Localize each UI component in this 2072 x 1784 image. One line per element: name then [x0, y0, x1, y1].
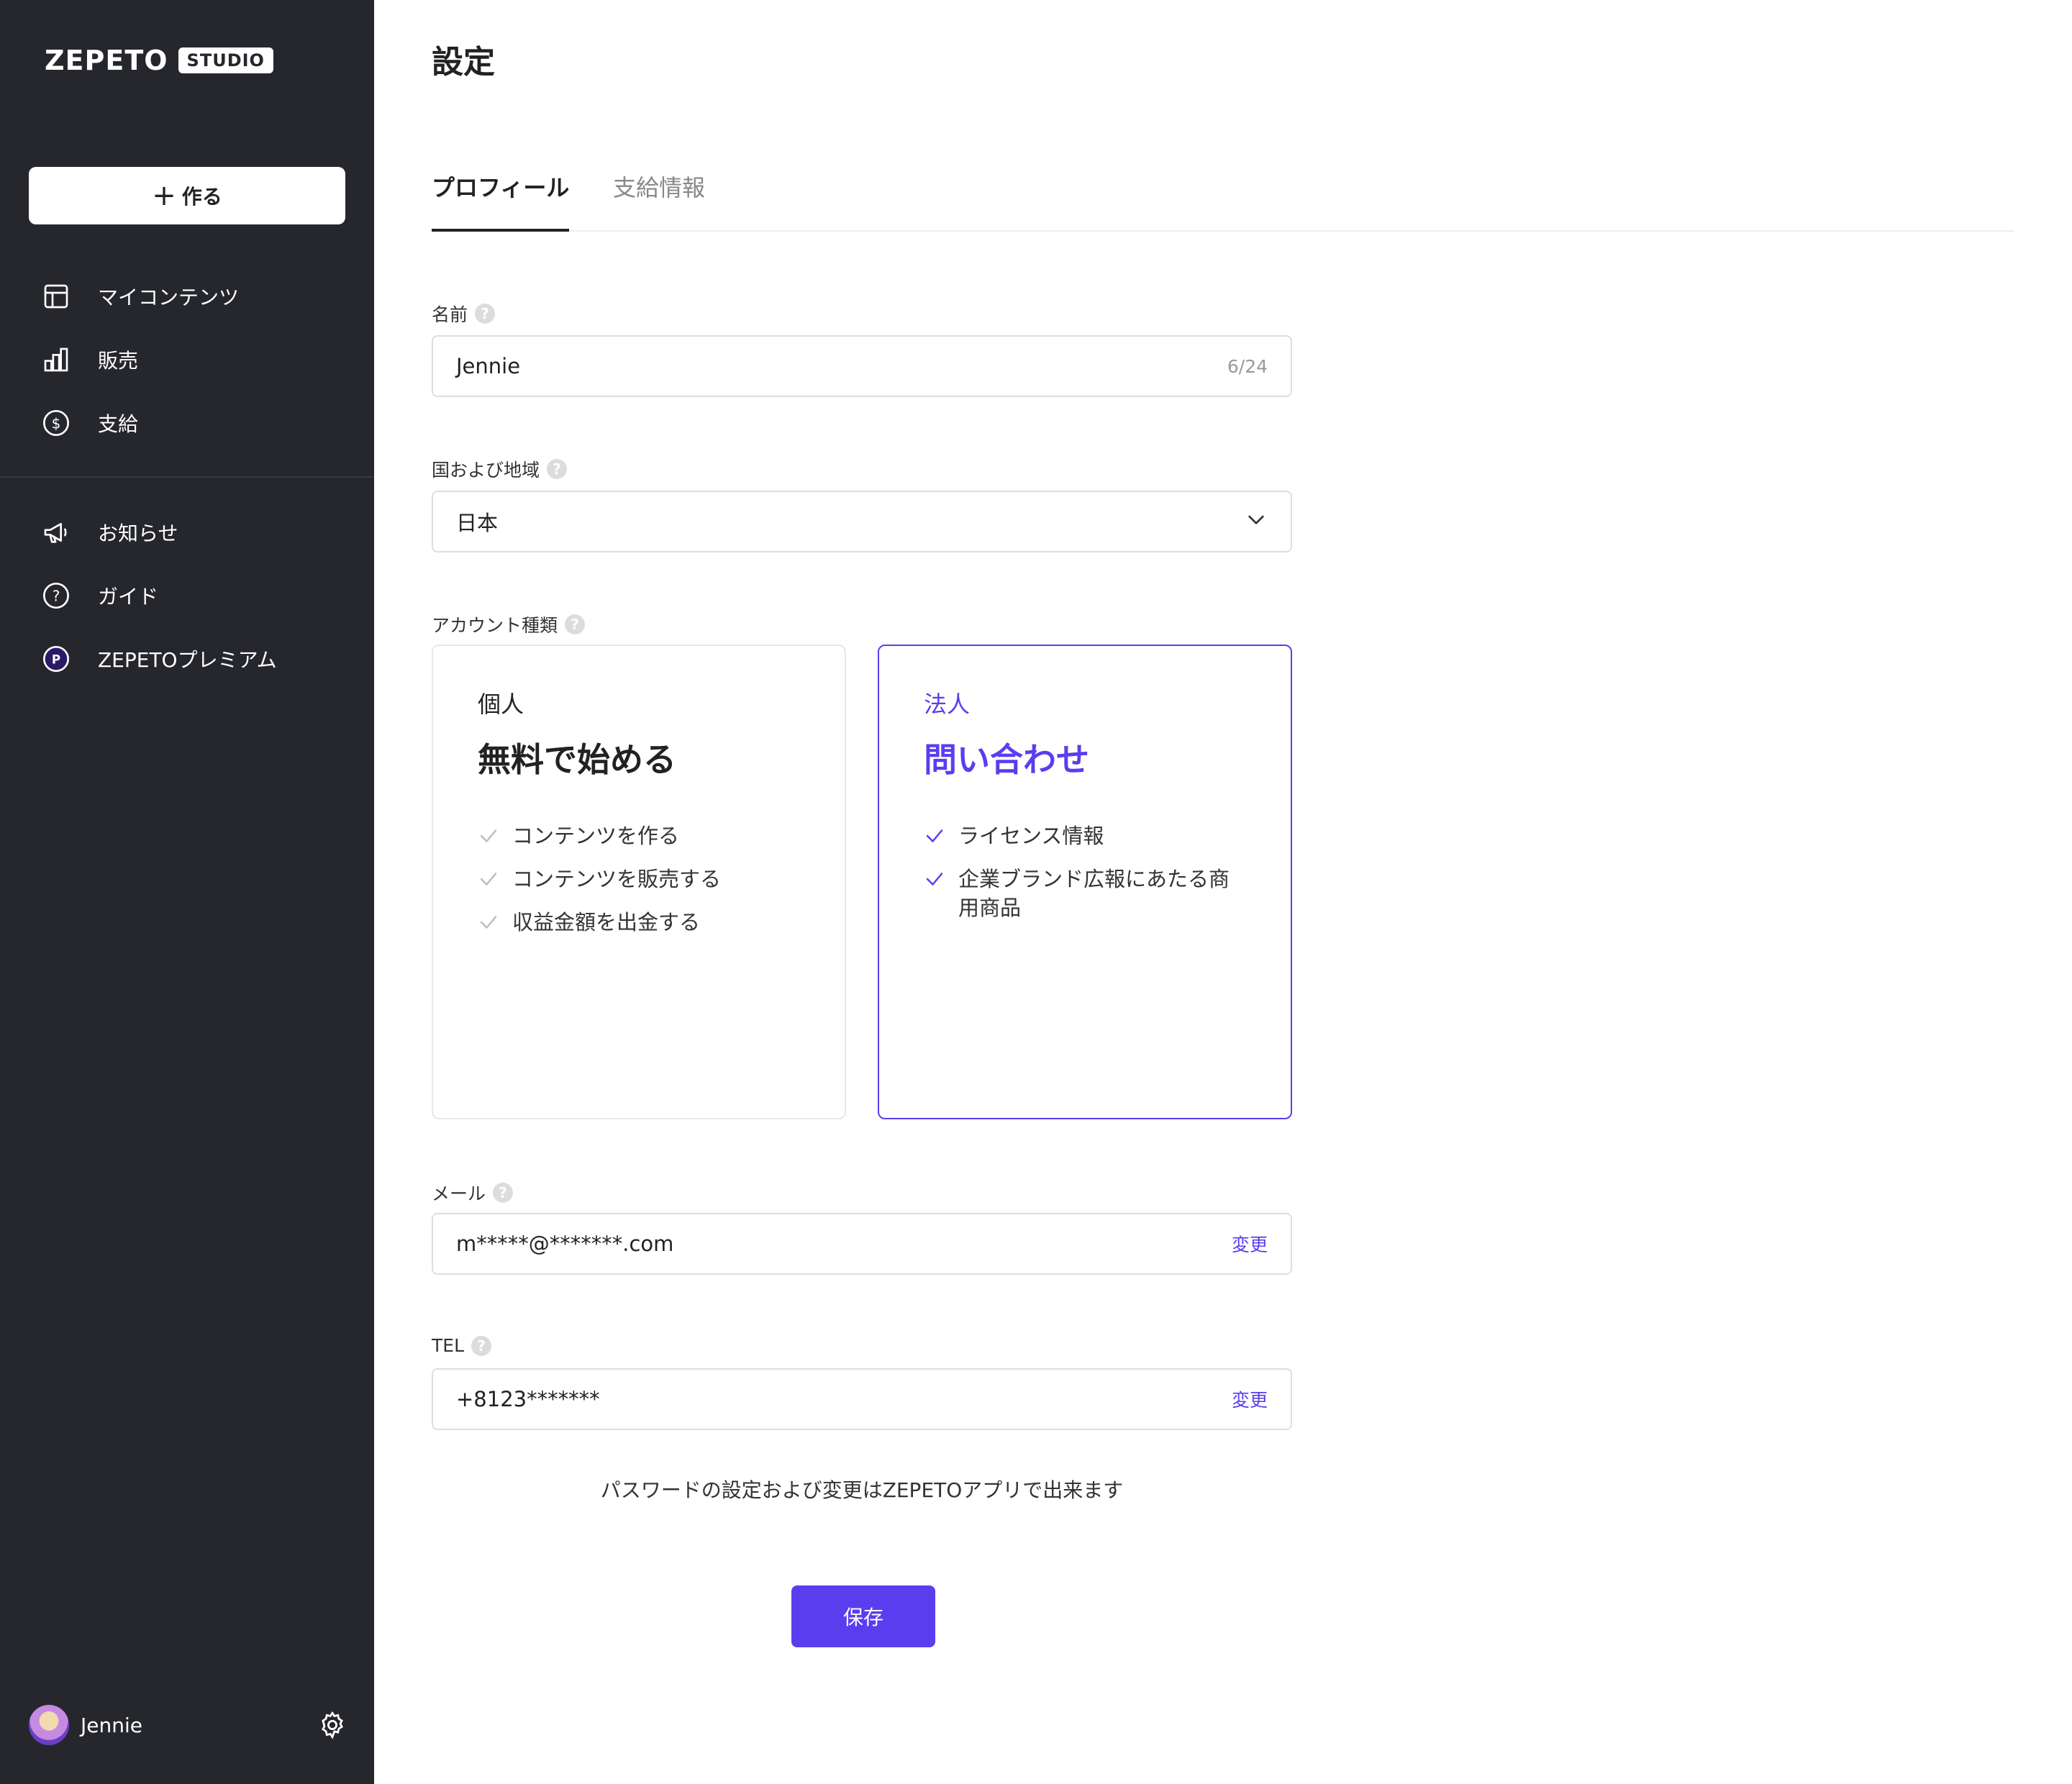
email-change-link[interactable]: 変更 [1232, 1231, 1268, 1257]
premium-icon: P [40, 643, 72, 675]
check-icon [924, 822, 947, 850]
avatar[interactable] [29, 1705, 69, 1745]
settings-tabs: プロフィール 支給情報 [432, 170, 2014, 232]
check-icon [478, 822, 501, 850]
sidebar-item-label: 販売 [98, 349, 139, 373]
check-icon [478, 908, 501, 937]
sidebar-item-label: お知らせ [98, 522, 178, 545]
feature-text: コンテンツを作る [512, 824, 680, 848]
account-type-label: アカウント種類 ? [432, 611, 586, 637]
sidebar-item-guide[interactable]: ? ガイド [0, 564, 374, 627]
logo-word: ZEPETO [45, 45, 168, 76]
megaphone-icon [40, 516, 72, 548]
tel-change-link[interactable]: 変更 [1232, 1386, 1268, 1412]
check-icon [478, 865, 501, 893]
help-icon[interactable]: ? [493, 1183, 514, 1203]
list-item: 収益金額を出金する [478, 908, 800, 937]
list-item: コンテンツを作る [478, 822, 800, 850]
country-field-label: 国および地域 ? [432, 456, 568, 482]
card-headline: 無料で始める [478, 740, 676, 779]
name-char-counter: 6/24 [1227, 355, 1268, 377]
list-item: 企業ブランド広報にあたる商用商品 [924, 865, 1246, 922]
svg-text:$: $ [52, 415, 61, 432]
feature-text: 企業ブランド広報にあたる商用商品 [958, 867, 1230, 920]
card-type: 法人 [924, 691, 971, 718]
name-field[interactable]: Jennie 6/24 [432, 335, 1292, 397]
sidebar: ZEPETO STUDIO + 作る マイコンテンツ 販売 $ 支給 お知らせ … [0, 0, 374, 1784]
email-field-label: メール ? [432, 1180, 514, 1206]
help-icon[interactable]: ? [475, 304, 496, 324]
sidebar-divider [0, 476, 374, 478]
account-card-corporate[interactable]: 法人 問い合わせ ライセンス情報 企業ブランド広報にあたる商用商品 [878, 645, 1292, 1119]
email-label-text: メール [432, 1183, 486, 1204]
help-icon[interactable]: ? [547, 459, 568, 479]
create-button-label: 作る [181, 185, 222, 209]
card-type: 個人 [478, 691, 524, 718]
sidebar-item-label: ガイド [98, 585, 159, 609]
create-button[interactable]: + 作る [29, 167, 345, 224]
card-headline: 問い合わせ [924, 740, 1089, 779]
list-item: ライセンス情報 [924, 822, 1246, 850]
feature-text: コンテンツを販売する [512, 867, 722, 891]
save-button[interactable]: 保存 [791, 1585, 935, 1647]
sidebar-item-premium[interactable]: P ZEPETOプレミアム [0, 627, 374, 691]
account-card-individual[interactable]: 個人 無料で始める コンテンツを作る コンテンツを販売する 収益金額を出金する [432, 645, 846, 1119]
feature-list: ライセンス情報 企業ブランド広報にあたる商用商品 [924, 822, 1246, 922]
sidebar-item-notices[interactable]: お知らせ [0, 501, 374, 564]
help-icon[interactable]: ? [565, 614, 586, 634]
email-value: m*****@*******.com [456, 1232, 674, 1256]
sidebar-item-label: 支給 [98, 412, 139, 436]
gear-icon[interactable] [317, 1709, 348, 1741]
name-field-label: 名前 ? [432, 301, 496, 327]
name-label-text: 名前 [432, 304, 468, 325]
plus-icon: + [152, 179, 176, 212]
tab-profile[interactable]: プロフィール [432, 170, 570, 232]
country-value: 日本 [456, 511, 499, 535]
tel-value: +8123******* [456, 1387, 600, 1411]
page-title: 設定 [432, 44, 495, 81]
sidebar-item-my-contents[interactable]: マイコンテンツ [0, 265, 374, 328]
user-name: Jennie [81, 1713, 142, 1737]
feature-list: コンテンツを作る コンテンツを販売する 収益金額を出金する [478, 822, 800, 937]
feature-text: ライセンス情報 [958, 824, 1104, 848]
password-note: パスワードの設定および変更はZEPETOアプリで出来ます [600, 1478, 1124, 1502]
account-type-label-text: アカウント種類 [432, 615, 558, 636]
layout-icon [40, 281, 72, 312]
svg-text:P: P [52, 653, 60, 667]
secondary-nav: お知らせ ? ガイド P ZEPETOプレミアム [0, 501, 374, 691]
user-profile: Jennie [29, 1705, 348, 1745]
logo-badge: STUDIO [178, 47, 273, 73]
sidebar-item-label: ZEPETOプレミアム [98, 648, 277, 672]
feature-text: 収益金額を出金する [512, 910, 701, 934]
svg-text:?: ? [53, 588, 60, 605]
tel-label-text: TEL [432, 1335, 464, 1356]
sidebar-item-label: マイコンテンツ [98, 286, 240, 309]
tab-payout-info[interactable]: 支給情報 [613, 170, 705, 230]
primary-nav: マイコンテンツ 販売 $ 支給 [0, 265, 374, 455]
email-field: m*****@*******.com 変更 [432, 1213, 1292, 1275]
question-circle-icon: ? [40, 580, 72, 611]
zepeto-studio-logo[interactable]: ZEPETO STUDIO [45, 45, 273, 76]
sidebar-item-payout[interactable]: $ 支給 [0, 391, 374, 455]
help-icon[interactable]: ? [471, 1335, 491, 1356]
list-item: コンテンツを販売する [478, 865, 800, 893]
sidebar-item-sales[interactable]: 販売 [0, 328, 374, 391]
country-label-text: 国および地域 [432, 460, 540, 481]
tel-field-label: TEL ? [432, 1335, 491, 1356]
check-icon [924, 865, 947, 893]
dollar-circle-icon: $ [40, 407, 72, 439]
chevron-down-icon [1245, 508, 1268, 536]
tel-field: +8123******* 変更 [432, 1368, 1292, 1430]
country-select[interactable]: 日本 [432, 491, 1292, 552]
bar-chart-icon [40, 344, 72, 376]
name-value: Jennie [456, 354, 521, 378]
